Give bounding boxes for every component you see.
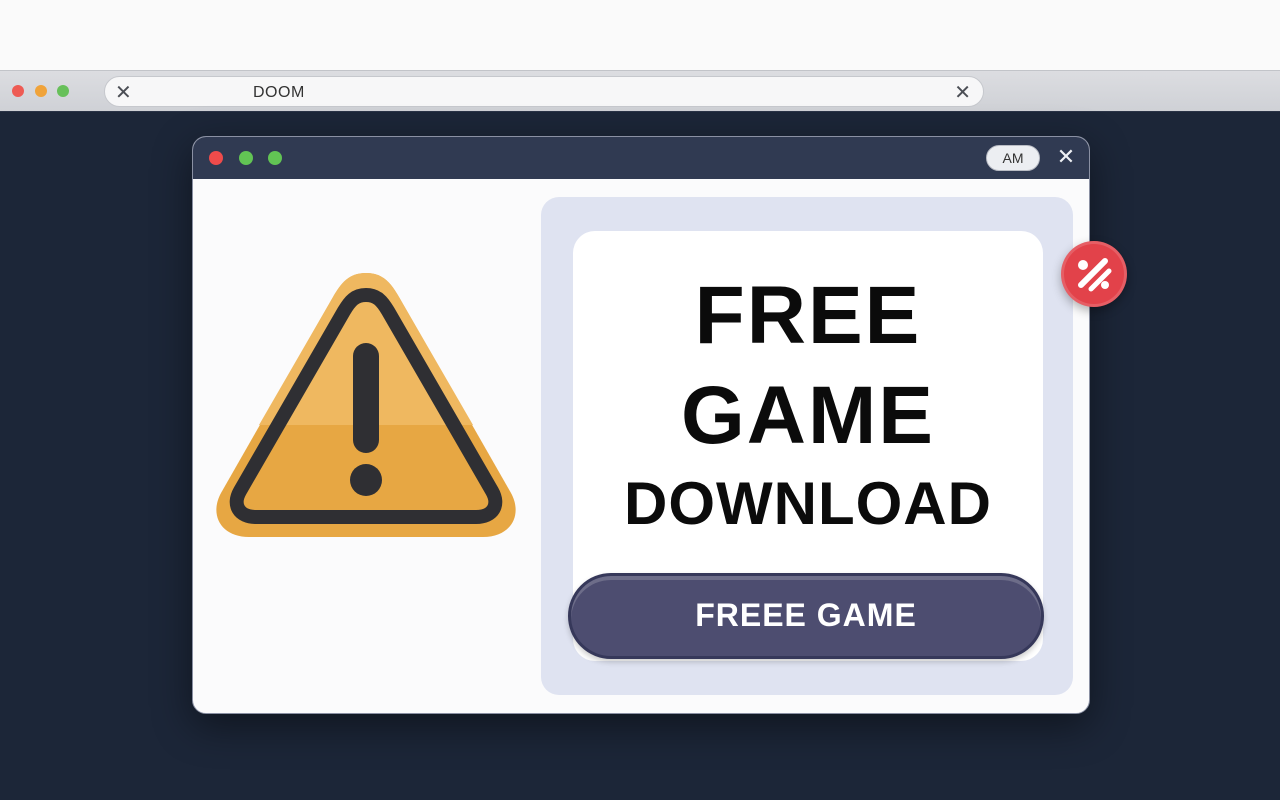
popup-close-light[interactable] [209, 151, 223, 165]
clear-icon[interactable]: ✕ [954, 81, 971, 103]
popup-window: AM ✕ FREE GAME DOWNLOAD FREEE GAME [192, 136, 1090, 714]
popup-titlebar: AM ✕ [193, 137, 1089, 179]
headline-line-3: DOWNLOAD [624, 470, 992, 537]
browser-toolbar: ✕ DOOM ✕ [0, 70, 1280, 112]
warning-triangle-icon [211, 265, 521, 545]
address-text: DOOM [253, 84, 305, 101]
browser-minimize-light[interactable] [35, 85, 47, 97]
popup-close-icon[interactable]: ✕ [1055, 145, 1077, 171]
popup-maximize-light[interactable] [268, 151, 282, 165]
close-icon[interactable]: ✕ [115, 81, 132, 103]
promo-panel: FREE GAME DOWNLOAD FREEE GAME [541, 197, 1073, 695]
browser-maximize-light[interactable] [57, 85, 69, 97]
am-indicator[interactable]: AM [986, 145, 1040, 171]
desktop-top-area [0, 0, 1280, 70]
popup-minimize-light[interactable] [239, 151, 253, 165]
address-bar[interactable]: ✕ DOOM ✕ [104, 76, 984, 107]
percent-discount-icon[interactable] [1061, 241, 1127, 307]
headline-line-2: GAME [681, 370, 935, 461]
browser-close-light[interactable] [12, 85, 24, 97]
free-game-button[interactable]: FREEE GAME [568, 573, 1044, 659]
headline-line-1: FREE [694, 270, 922, 361]
